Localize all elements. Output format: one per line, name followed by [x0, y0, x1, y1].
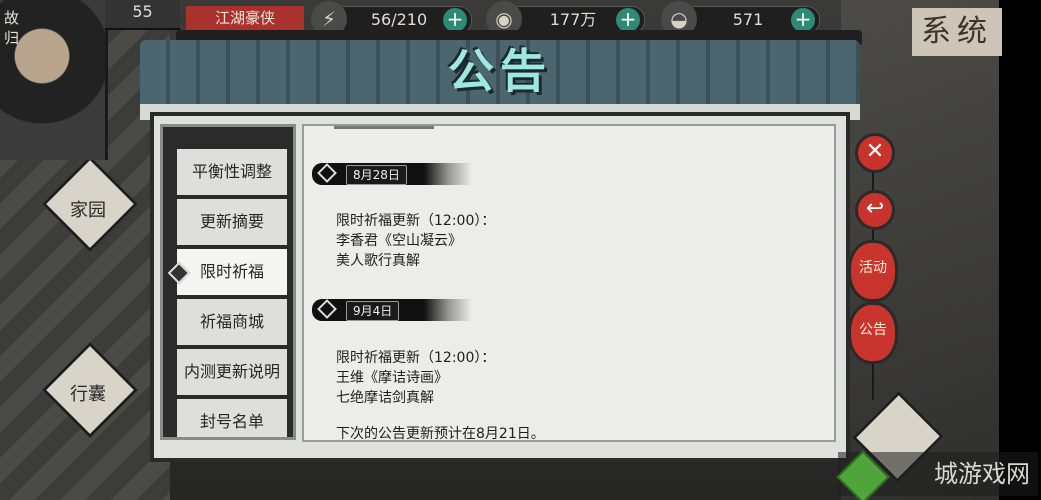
entry-line: 李香君《空山凝云》	[336, 233, 462, 249]
player-level: 55	[105, 0, 180, 30]
event-lantern-button[interactable]: 活动	[848, 240, 898, 302]
home-menu-label: 家园	[70, 200, 106, 221]
tab-label: 更新摘要	[199, 212, 264, 231]
tab-balance-adjustment[interactable]: 平衡性调整	[177, 149, 287, 195]
player-name: 故归	[4, 9, 20, 47]
knot-icon	[317, 299, 337, 319]
footer-note: 下次的公告更新预计在8月21日。	[336, 426, 545, 442]
tab-limited-blessing[interactable]: 限时祈福	[167, 249, 287, 295]
entry-line: 限时祈福更新（12:00）：	[336, 350, 496, 366]
entry-line: 王维《摩诘诗画》	[336, 370, 448, 386]
tab-update-summary[interactable]: 更新摘要	[177, 199, 287, 245]
system-button[interactable]: 系统	[912, 8, 1002, 56]
selected-marker-icon	[167, 261, 191, 285]
back-button[interactable]: ↩	[855, 190, 895, 230]
add-stamina-button[interactable]: +	[443, 8, 467, 32]
player-avatar[interactable]: 故归	[0, 0, 108, 160]
date-label: 9月4日	[346, 301, 400, 321]
tab-beta-update-notes[interactable]: 内测更新说明	[177, 349, 287, 395]
tab-label: 封号名单	[199, 412, 264, 431]
screen-edge	[999, 0, 1041, 500]
close-button[interactable]: ✕	[855, 133, 895, 173]
clipped-text	[334, 126, 444, 132]
announcement-lantern-button[interactable]: 公告	[848, 302, 898, 364]
tab-label: 内测更新说明	[183, 362, 280, 381]
date-banner: 9月4日	[312, 299, 472, 321]
game-scene: 家园 行囊 故归 55 江湖豪侠 ⚡ 56/210 + ◉ 177万 + ◒ 5…	[0, 0, 1041, 500]
tab-label: 祈福商城	[199, 312, 264, 331]
add-ingot-button[interactable]: +	[791, 8, 815, 32]
entry-line: 七绝摩诘剑真解	[336, 390, 434, 406]
date-banner: 8月28日	[312, 163, 472, 185]
tab-label: 平衡性调整	[191, 162, 272, 181]
entry-line: 美人歌行真解	[336, 253, 420, 269]
add-coin-button[interactable]: +	[616, 8, 640, 32]
date-label: 8月28日	[346, 165, 407, 185]
knot-icon	[317, 163, 337, 183]
announcement-content[interactable]: 8月28日 限时祈福更新（12:00）： 李香君《空山凝云》 美人歌行真解 9月…	[302, 124, 836, 442]
tab-ban-list[interactable]: 封号名单	[177, 399, 287, 437]
entry-line: 限时祈福更新（12:00）：	[336, 213, 496, 229]
dialog-title: 公告	[448, 44, 552, 98]
tab-blessing-shop[interactable]: 祈福商城	[177, 299, 287, 345]
bag-menu-label: 行囊	[70, 384, 106, 405]
player-title: 江湖豪侠	[186, 6, 304, 30]
tab-label: 限时祈福	[199, 262, 264, 281]
announcement-tab-list[interactable]: 平衡性调整 更新摘要 限时祈福 祈福商城 内测更新说明 封号名单	[160, 124, 296, 440]
